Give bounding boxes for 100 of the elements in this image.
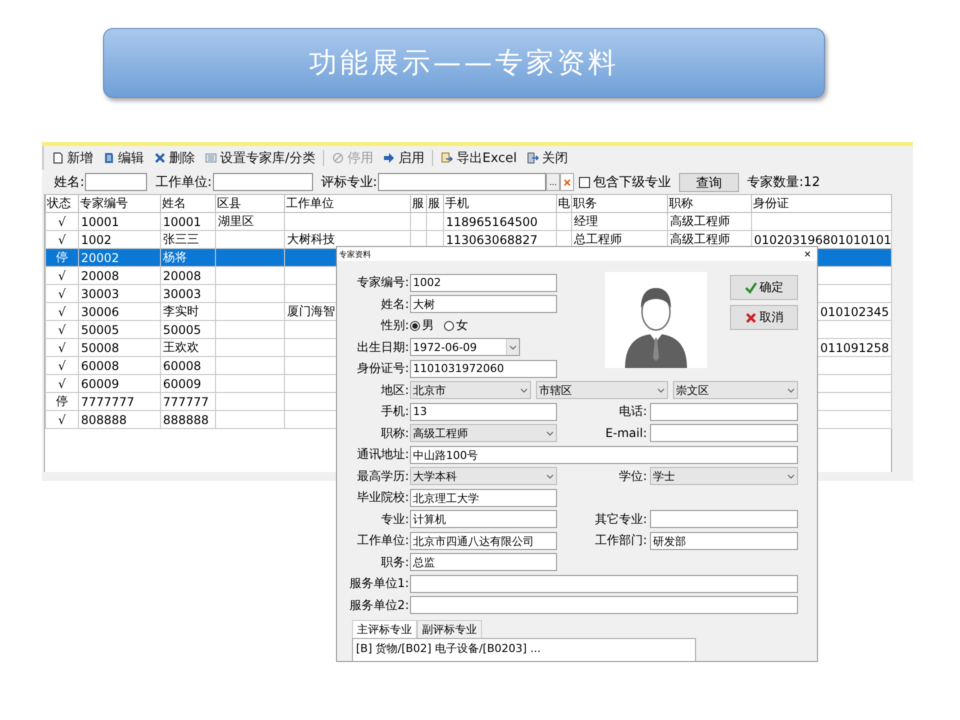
radio-label: 男 xyxy=(422,317,434,334)
list-item[interactable]: [B] 货物/[B02] 电子设备/[B0203] ... xyxy=(356,641,692,656)
toolbar-button[interactable]: 编辑 xyxy=(101,149,146,167)
table-cell: 30006 xyxy=(81,304,120,318)
toolbar-button[interactable]: 设置专家库/分类 xyxy=(203,149,318,167)
radio-button[interactable] xyxy=(410,320,420,331)
date-field[interactable]: 1972-06-09 xyxy=(410,338,520,356)
field-label: 学位: xyxy=(618,468,648,485)
toolbar-button[interactable]: 关闭 xyxy=(524,149,570,167)
field-label: 通讯地址: xyxy=(356,446,410,464)
dropdown[interactable]: 大学本科 xyxy=(410,467,557,486)
dropdown[interactable]: 学士 xyxy=(650,467,798,486)
column-header[interactable]: 手机 xyxy=(444,194,556,212)
text-field[interactable] xyxy=(650,424,798,442)
company-field[interactable] xyxy=(212,173,313,191)
clear-button[interactable]: × xyxy=(560,173,574,191)
table-cell: 60009 xyxy=(81,376,120,390)
dialog-button[interactable]: 确定 xyxy=(730,275,798,300)
text-field[interactable] xyxy=(410,574,798,593)
toolbar-button[interactable]: 启用 xyxy=(381,149,426,167)
table-cell: √ xyxy=(58,376,66,390)
chevron-down-icon xyxy=(787,388,795,393)
close-button[interactable]: × xyxy=(804,248,811,260)
chevron-down-icon xyxy=(657,388,665,393)
table-cell: 777777 xyxy=(163,394,209,408)
text-field[interactable]: 总监 xyxy=(410,553,557,572)
column-header[interactable]: 职务 xyxy=(572,194,668,212)
dropdown[interactable]: 崇文区 xyxy=(673,381,798,400)
column-header[interactable]: 区县 xyxy=(216,194,284,212)
field-label: 工作单位: xyxy=(356,532,410,550)
checkbox[interactable] xyxy=(579,176,590,188)
exit-icon xyxy=(526,152,539,164)
export-icon xyxy=(441,152,454,164)
tab[interactable]: 主评标专业 xyxy=(352,620,417,638)
text-field[interactable] xyxy=(650,402,798,421)
column-header[interactable]: 姓名 xyxy=(160,194,216,212)
table-cell: √ xyxy=(58,322,66,336)
table-cell: 113063068827 xyxy=(446,232,538,246)
table-cell: 50008 xyxy=(81,340,120,354)
text-field[interactable]: 1002 xyxy=(410,274,557,292)
table-cell: 118965164500 xyxy=(446,214,538,228)
table-cell: 经理 xyxy=(574,214,598,228)
field-label: 最高学历: xyxy=(356,468,410,485)
field-label: 电话: xyxy=(618,403,648,420)
text-field[interactable] xyxy=(650,510,798,528)
table-cell: 湖里区 xyxy=(218,214,254,228)
table-cell: 1002 xyxy=(81,232,112,246)
query-button[interactable]: 查询 xyxy=(679,172,740,192)
specialty-field[interactable] xyxy=(378,173,546,191)
table-cell: √ xyxy=(58,268,66,282)
text-field[interactable]: 研发部 xyxy=(650,532,798,550)
column-header[interactable]: 状态 xyxy=(46,194,78,212)
table-cell: √ xyxy=(58,358,66,372)
table-cell: 888888 xyxy=(163,412,209,426)
radio-button[interactable] xyxy=(444,320,454,331)
list-icon xyxy=(205,152,217,164)
column-header[interactable]: 专家编号 xyxy=(78,194,160,212)
text-field[interactable]: 1101031972060 xyxy=(410,360,557,378)
table-cell: 7777777 xyxy=(81,394,134,408)
column-header[interactable]: 职称 xyxy=(668,194,752,212)
dropdown[interactable]: 北京市 xyxy=(410,381,531,400)
field-label: 评标专业: xyxy=(320,174,378,191)
toolbar-button[interactable]: 删除 xyxy=(152,149,197,167)
text-field[interactable] xyxy=(410,596,798,614)
browse-button[interactable]: ... xyxy=(546,173,560,191)
text-field[interactable]: 13 xyxy=(410,402,557,421)
toolbar-button[interactable]: 导出Excel xyxy=(439,149,519,167)
document-lines-icon xyxy=(103,152,115,164)
field-label: 手机: xyxy=(380,403,410,420)
field-label: 工作部门: xyxy=(594,532,648,550)
table-cell: 20008 xyxy=(163,268,202,282)
toolbar-button[interactable]: 新增 xyxy=(50,149,95,167)
text-field[interactable]: 大树 xyxy=(410,295,557,314)
text-field[interactable]: 北京市四通八达有限公司 xyxy=(410,532,557,550)
table-cell: 王欢欢 xyxy=(163,340,199,354)
dialog-button[interactable]: 取消 xyxy=(730,305,798,330)
dialog-title: 专家资料 xyxy=(339,248,371,260)
prohibited-icon xyxy=(332,152,344,164)
chevron-down-icon xyxy=(509,344,517,350)
column-header[interactable]: 服 xyxy=(410,194,426,212)
table-cell: √ xyxy=(58,232,66,246)
checkbox-label: 包含下级专业 xyxy=(593,174,672,191)
table-cell: 20008 xyxy=(81,268,120,282)
field-label: 专家编号: xyxy=(356,274,410,292)
column-header[interactable]: 电 xyxy=(556,194,572,212)
column-header[interactable]: 工作单位 xyxy=(284,194,410,212)
text-field[interactable]: 计算机 xyxy=(410,510,557,528)
table-cell: 高级工程师 xyxy=(670,232,730,246)
dropdown[interactable]: 高级工程师 xyxy=(410,424,557,442)
table-cell: √ xyxy=(58,304,66,318)
tab[interactable]: 副评标专业 xyxy=(417,620,482,638)
chevron-down-icon xyxy=(546,430,554,436)
name-field[interactable] xyxy=(85,173,148,191)
table-cell: √ xyxy=(58,412,66,426)
text-field[interactable]: 中山路100号 xyxy=(410,446,798,464)
column-header[interactable]: 服 xyxy=(426,194,444,212)
column-header[interactable]: 身份证 xyxy=(752,194,892,212)
field-label: 姓名: xyxy=(54,174,84,191)
text-field[interactable]: 北京理工大学 xyxy=(410,488,557,507)
dropdown[interactable]: 市辖区 xyxy=(536,381,668,400)
